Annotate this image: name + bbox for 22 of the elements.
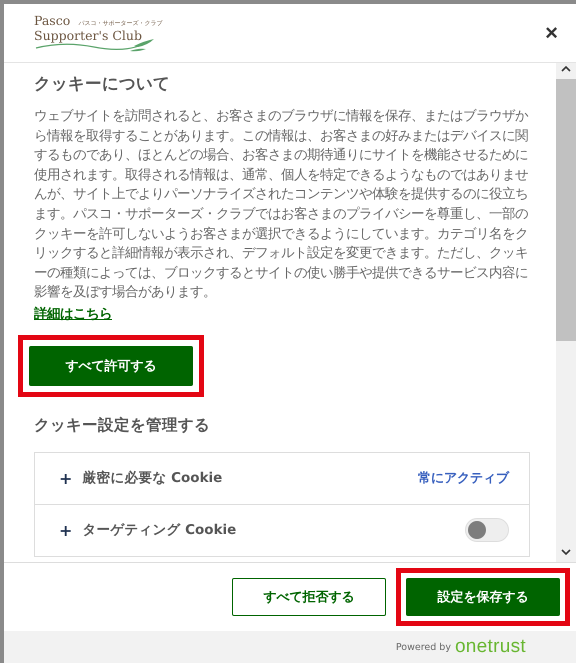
more-info-link[interactable]: 詳細はこちら [34,304,112,323]
logo-text: Supporter's Club [34,28,143,43]
status-label: 常にアクティブ [418,470,509,488]
expand-icon[interactable]: + [59,520,72,540]
section-title: クッキー設定を管理する [34,414,211,436]
scroll-up-icon[interactable] [561,65,571,73]
toggle-switch[interactable] [465,518,509,542]
save-settings-button[interactable]: 設定を保存する [406,578,560,616]
expand-icon[interactable]: + [59,468,72,488]
reject-all-button[interactable]: すべて拒否する [232,578,386,616]
category-name: ターゲティング Cookie [82,521,238,540]
cookie-category-row[interactable]: + ターゲティング Cookie [35,504,529,557]
category-name: 厳密に必要な Cookie [82,469,224,488]
logo-text: Pasco [34,13,70,28]
cookie-description: ウェブサイトを訪問されると、お客さまのブラウザに情報を保存、またはブラウザから情報を取得することがあります。この情報は、お客さまの好みまたはデバイスに関するものであり、ほとんどの場合、お客さまの期待通りにサイトを機能させるために使用されます。取得される情報は、通常、個人を特定できるようなものではありませんが、サイト上でよりパーソナライズされたコンテンツや体験を提供するのに役立ちます。パスコ・サポーターズ・クラブではお客さまのプライバシーを尊重し、一部のクッキーを許可しないようお客さまが選択できるようにしています。カテゴリ名をクリックすると詳細情報が表示され、デフォルト設定を変更できます。ただし、クッキーの種類によっては、ブロックするとサイトの使い勝手や提供できるサービス内容に影響を及ぼす場合があります。 [34,108,530,302]
powered-by-text: Powered by [396,642,451,652]
allow-all-button[interactable]: すべて許可する [29,346,193,386]
scrollbar[interactable] [556,63,576,562]
cookie-category-row[interactable]: + 厳密に必要な Cookie 常にアクティブ [35,452,529,505]
section-title: クッキーについて [34,73,171,95]
close-button[interactable]: × [541,22,562,44]
scroll-down-icon[interactable] [561,548,571,556]
